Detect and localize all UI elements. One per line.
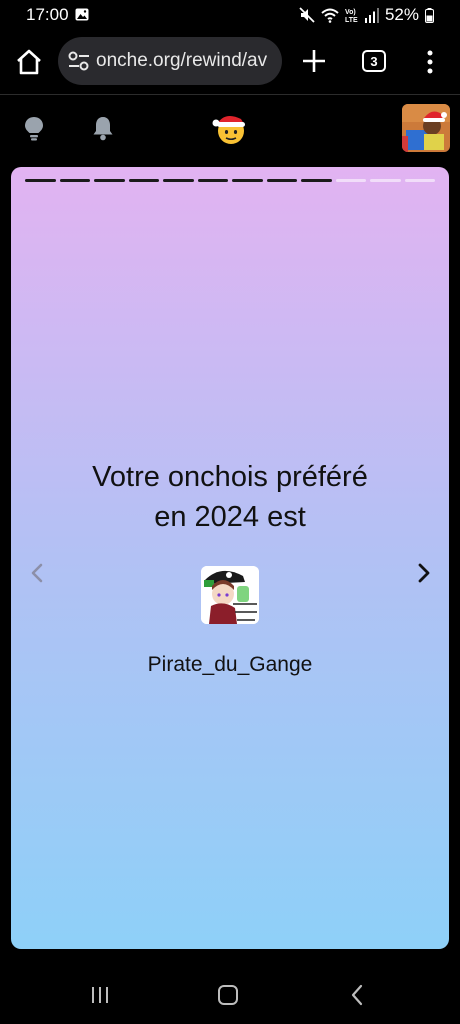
volte-icon: Vo) LTE: [345, 9, 358, 23]
progress-segment: [197, 179, 228, 182]
favorite-user-name[interactable]: Pirate_du_Gange: [11, 653, 449, 677]
chevron-left-icon[interactable]: [27, 561, 47, 585]
mute-icon: [299, 7, 315, 23]
user-avatar[interactable]: [402, 104, 450, 152]
signal-icon: [364, 7, 379, 23]
status-bar: 17:00 Vo) LTE 52%: [0, 0, 460, 30]
lightbulb-icon[interactable]: [22, 115, 46, 141]
browser-toolbar: onche.org/rewind/av 3: [0, 30, 460, 94]
tabs-button[interactable]: 3: [362, 50, 386, 72]
battery-icon: [425, 7, 434, 23]
svg-text:Vo): Vo): [345, 9, 356, 16]
chevron-right-icon[interactable]: [414, 561, 434, 585]
back-nav-icon[interactable]: [350, 984, 364, 1006]
progress-segment: [404, 179, 435, 182]
progress-segment: [59, 179, 90, 182]
story-progress: [25, 179, 435, 183]
tab-count: 3: [370, 53, 378, 69]
site-header: [0, 95, 460, 161]
story-title-line-1: Votre onchois préféré: [92, 461, 368, 493]
progress-segment: [163, 179, 194, 182]
wifi-icon: [321, 8, 339, 23]
recent-apps-icon[interactable]: [90, 986, 110, 1004]
story-title: Votre onchois préféré en 2024 est: [11, 457, 449, 537]
progress-segment: [128, 179, 159, 182]
url-text[interactable]: onche.org/rewind/av: [96, 50, 267, 72]
santa-smiley-logo[interactable]: [211, 109, 249, 147]
photo-icon: [75, 8, 89, 21]
home-nav-icon[interactable]: [218, 985, 238, 1005]
favorite-user-avatar[interactable]: [201, 566, 259, 624]
address-bar[interactable]: onche.org/rewind/av: [58, 37, 282, 85]
android-nav-bar: [0, 962, 460, 1024]
more-vert-icon[interactable]: [422, 49, 438, 75]
status-icons: Vo) LTE 52%: [299, 5, 434, 25]
progress-segment: [301, 179, 332, 182]
progress-segment: [335, 179, 366, 182]
bell-icon[interactable]: [91, 115, 115, 141]
battery-percent: 52%: [384, 5, 419, 24]
progress-segment: [370, 179, 401, 182]
progress-segment: [25, 179, 56, 182]
site-settings-icon[interactable]: [68, 51, 90, 71]
progress-segment: [232, 179, 263, 182]
story-title-line-2: en 2024 est: [154, 501, 306, 533]
rewind-story-card[interactable]: Votre onchois préféré en 2024 est Pirate…: [11, 167, 449, 949]
plus-icon[interactable]: [300, 47, 328, 75]
home-icon[interactable]: [14, 47, 44, 77]
svg-text:LTE: LTE: [345, 17, 358, 23]
status-time: 17:00: [26, 5, 69, 24]
progress-segment: [266, 179, 297, 182]
progress-segment: [94, 179, 125, 182]
